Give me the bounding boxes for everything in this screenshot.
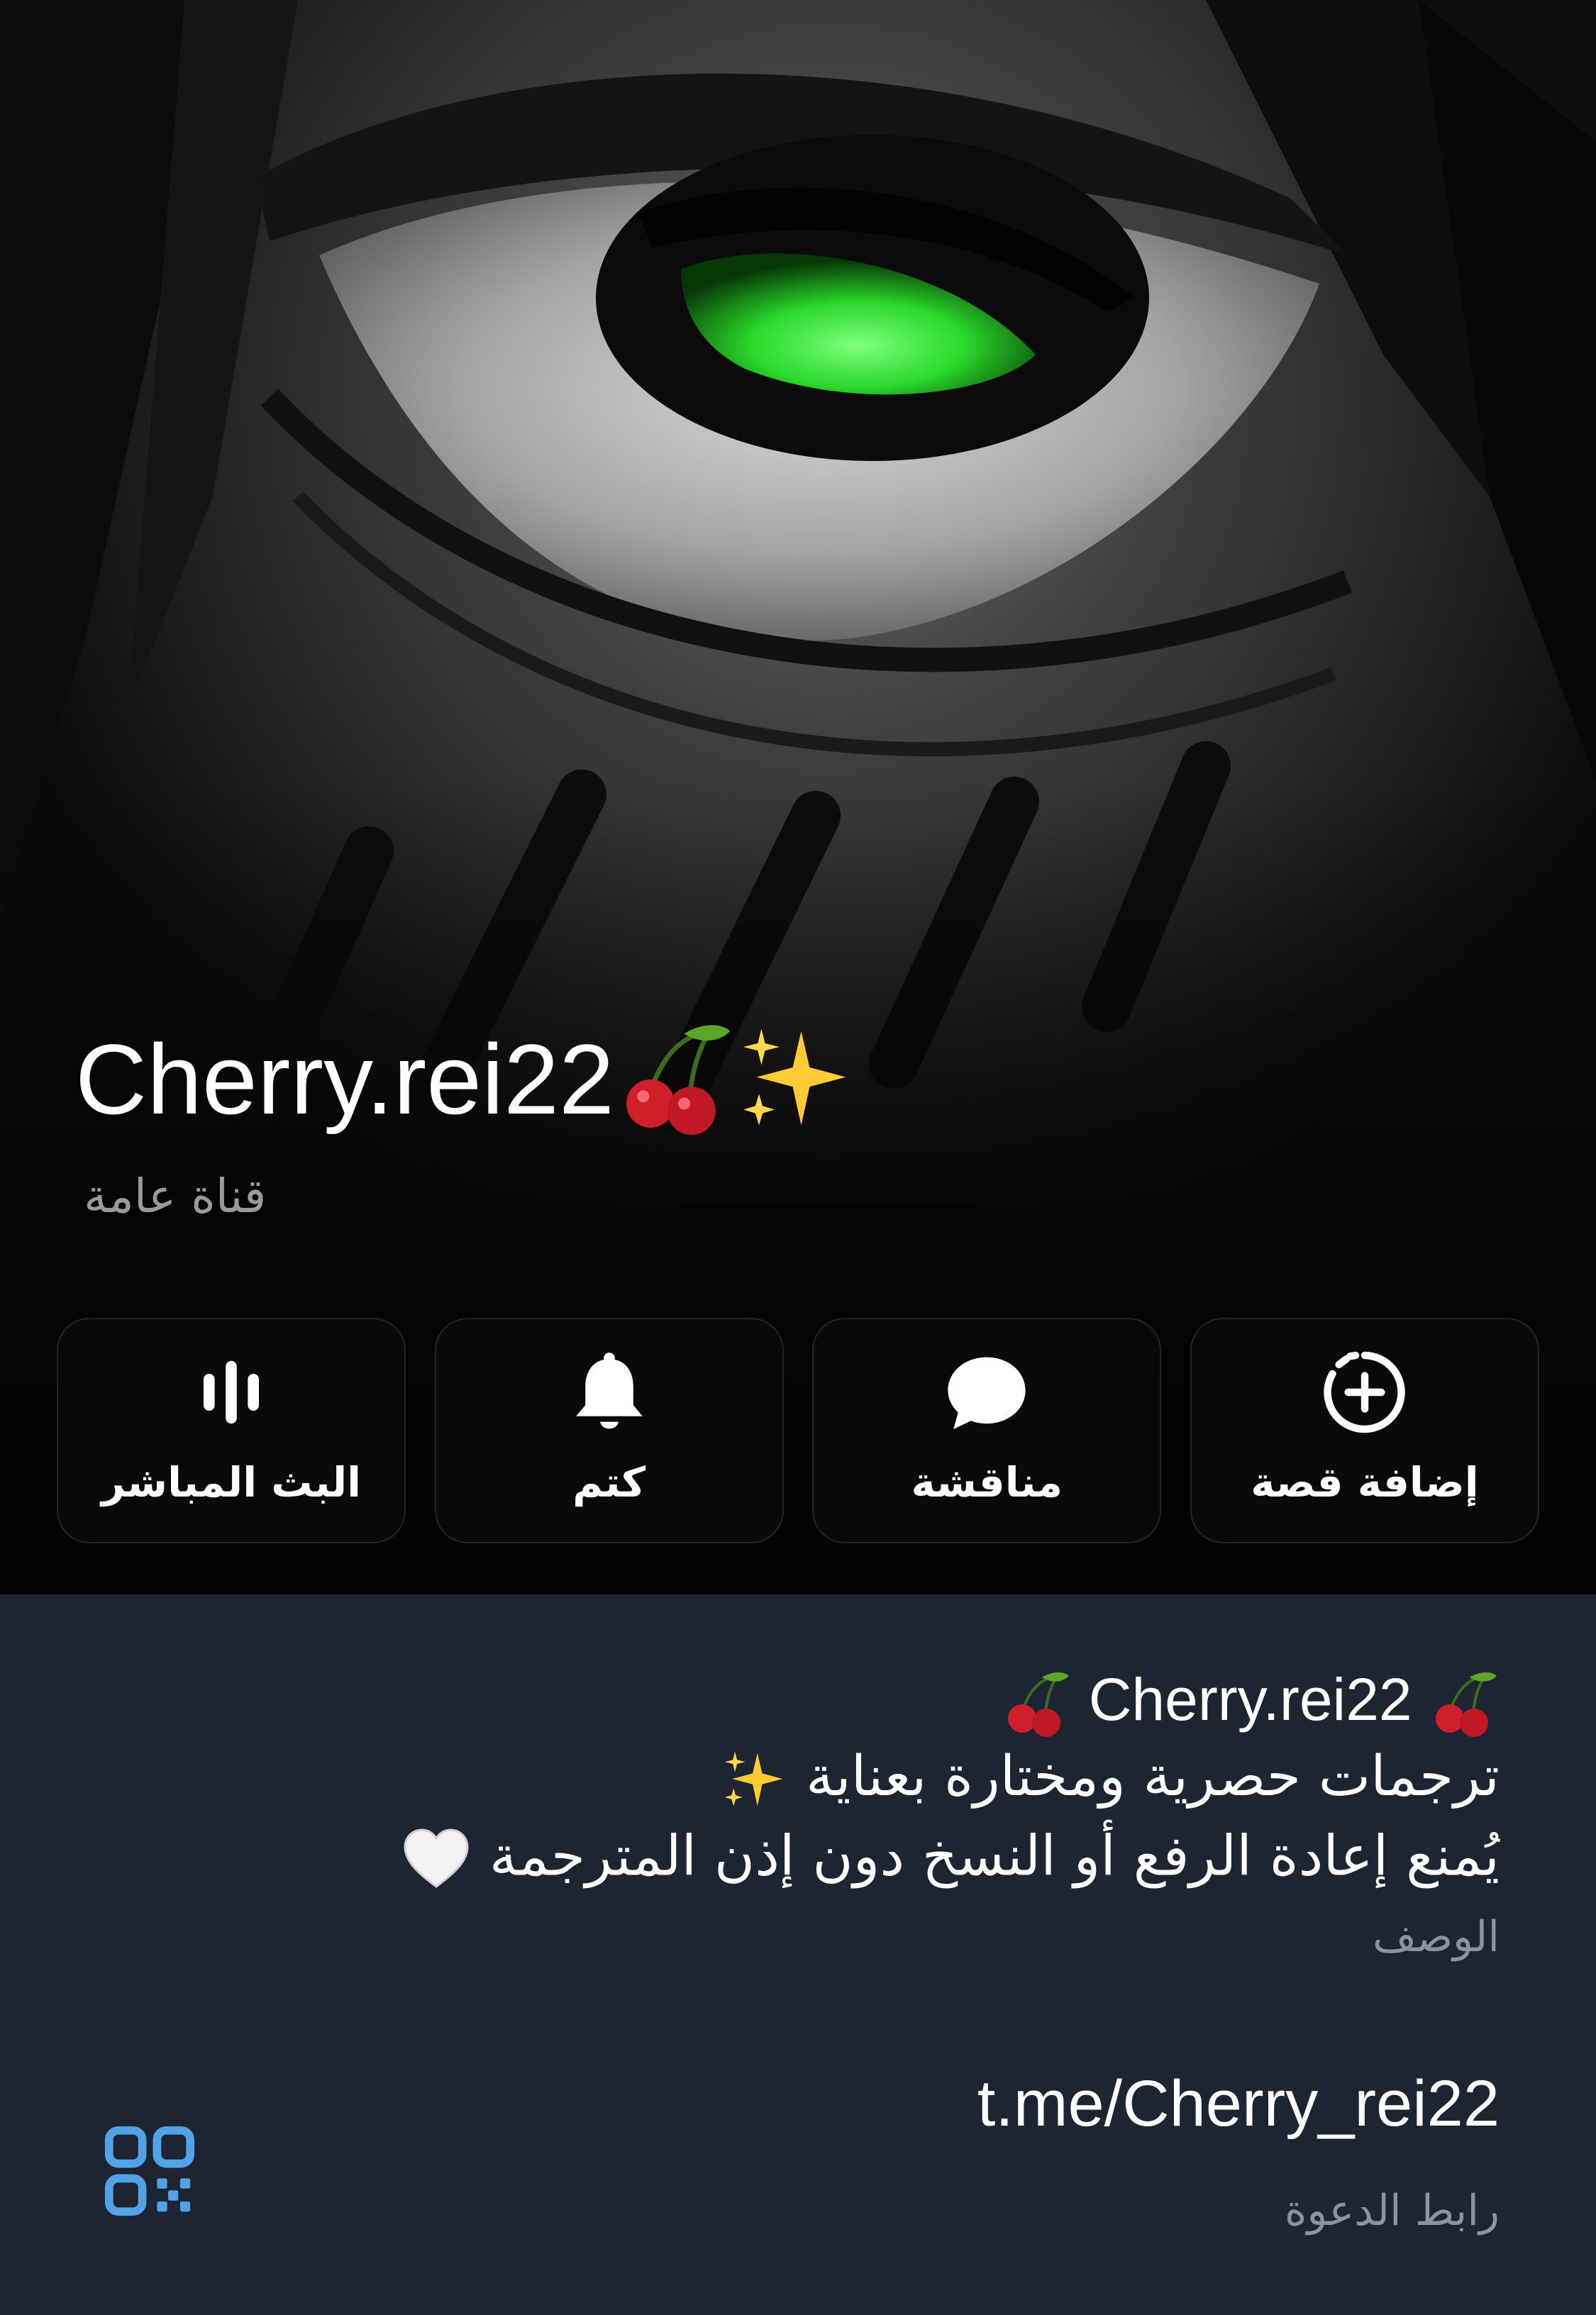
cherry-emoji-icon (1008, 1672, 1070, 1737)
sparkles-emoji-icon (725, 1751, 783, 1806)
description-text-3: يُمنع إعادة الرفع أو النسخ دون إذن المتر… (489, 1824, 1500, 1889)
mute-label: كتم (572, 1458, 646, 1506)
action-bar: البث المباشر كتم مناقشة إضافة قصة (57, 1318, 1539, 1545)
description-channel-name: Cherry.rei22 (1088, 1666, 1412, 1733)
channel-name: Cherry.rei22 (75, 1023, 614, 1135)
channel-type-label: قناة عامة (84, 1169, 267, 1223)
qr-code-icon[interactable] (104, 2125, 196, 2217)
discussion-button[interactable]: مناقشة (812, 1318, 1162, 1543)
channel-cover: Cherry.rei22 قناة عامة البث المباشر كتم … (0, 0, 1596, 1594)
description-line-3: يُمنع إعادة الرفع أو النسخ دون إذن المتر… (401, 1824, 1500, 1895)
sparkles-emoji-icon (743, 1028, 846, 1126)
live-stream-label: البث المباشر (101, 1458, 362, 1506)
cherry-emoji-icon (626, 1025, 731, 1136)
discussion-label: مناقشة (911, 1458, 1063, 1506)
add-story-button[interactable]: إضافة قصة (1190, 1318, 1539, 1543)
invite-link-label: رابط الدعوة (1284, 2186, 1500, 2236)
channel-profile-screen: Cherry.rei22 قناة عامة البث المباشر كتم … (0, 0, 1596, 2315)
live-stream-icon (204, 1360, 259, 1424)
description-line-1: Cherry.rei22 (1001, 1665, 1500, 1740)
invite-link[interactable]: t.me/Cherry_rei22 (977, 2067, 1500, 2141)
add-story-icon (1324, 1351, 1405, 1433)
description-label: الوصف (1372, 1912, 1500, 1962)
white-heart-emoji-icon (404, 1828, 469, 1888)
description-text-2: ترجمات حصرية ومختارة بعناية (806, 1745, 1500, 1809)
channel-info-panel: Cherry.rei22 ترجمات حصرية ومختارة بعناية… (0, 1594, 1596, 2315)
channel-title: Cherry.rei22 (75, 1016, 855, 1143)
cherry-emoji-icon (1436, 1672, 1497, 1737)
bell-icon (575, 1353, 643, 1429)
live-stream-button[interactable]: البث المباشر (57, 1318, 406, 1543)
description-line-2: ترجمات حصرية ومختارة بعناية (720, 1745, 1500, 1814)
add-story-label: إضافة قصة (1251, 1458, 1479, 1506)
mute-button[interactable]: كتم (434, 1318, 784, 1543)
chat-bubble-icon (948, 1357, 1026, 1429)
